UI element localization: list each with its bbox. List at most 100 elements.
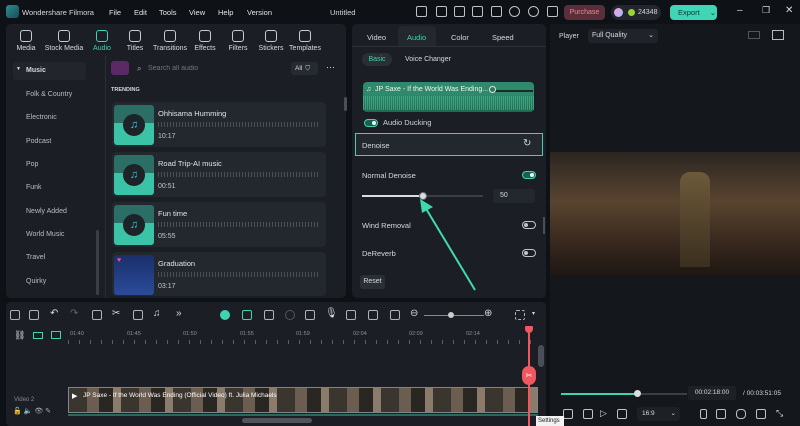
category-item[interactable]: Quirky [26,278,46,285]
current-time[interactable]: 00:02:18:00 [688,386,736,400]
track-layout-icon[interactable] [515,310,525,320]
fullscreen-icon[interactable]: ⤡ [776,408,783,419]
tab-audio[interactable]: Audio [398,26,436,46]
video-clip[interactable]: ▶ JP Saxe - If the World Was Ending (Off… [68,387,538,413]
denoise-value-input[interactable]: 50 [493,189,535,203]
category-music[interactable]: ▼ Music [13,62,86,80]
volume-icon[interactable] [756,409,766,419]
more-options-icon[interactable]: ⋯ [326,62,335,73]
auto-ripple-icon[interactable] [242,310,252,320]
nav-media[interactable]: Media [6,30,46,52]
redo-icon[interactable]: ↷ [70,308,78,319]
category-item[interactable]: Folk & Country [26,91,72,98]
split-scissors-icon[interactable]: ✂ [112,308,120,319]
zoom-in-icon[interactable]: ⊕ [484,308,492,319]
export-button[interactable]: Export ⌄ [670,5,717,20]
subtab-voice-changer[interactable]: Voice Changer [405,56,451,63]
zoom-slider[interactable] [424,315,484,316]
audio-item[interactable]: ♫ Road Trip-AI music 00:51 [112,152,326,197]
video-preview[interactable] [550,152,800,277]
clip-volume-slider[interactable] [493,90,533,92]
audio-edit-icon[interactable]: ♫ [153,308,161,319]
aspect-ratio-dropdown[interactable]: 16:9 ⌄ [637,407,680,421]
subtab-basic[interactable]: Basic [362,53,392,66]
delete-icon[interactable] [92,310,102,320]
denoise-section-header[interactable]: Denoise ↻ [355,133,543,156]
menu-help[interactable]: Help [218,8,233,17]
playhead-split-scissors-icon[interactable]: ✂ [522,366,536,385]
nav-titles[interactable]: Titles [115,30,155,52]
playback-progress[interactable] [561,393,687,395]
play-icon[interactable]: ▷ [600,408,607,419]
close-icon[interactable]: ✕ [785,5,793,16]
category-item[interactable]: Newly Added [26,208,67,215]
audio-item[interactable]: ♫ Fun time 05:55 [112,202,326,247]
replace-icon[interactable] [368,310,378,320]
category-item[interactable]: World Music [26,231,64,238]
credits-badge[interactable]: 24348 [611,5,661,20]
layout-grid-icon[interactable] [10,310,20,320]
zoom-slider-handle[interactable] [448,312,454,318]
category-scrollbar[interactable] [96,230,99,295]
timeline-ruler[interactable] [68,340,538,344]
search-input[interactable] [148,62,278,75]
camera-icon[interactable] [736,409,746,419]
display-icon[interactable] [716,409,726,419]
snapshot-view-icon[interactable] [772,30,784,40]
clip-volume-handle[interactable] [489,86,496,93]
audio-list-scrollbar[interactable] [344,97,347,111]
category-item[interactable]: Podcast [26,138,51,145]
link-icon[interactable]: ⛓ [14,330,25,341]
track-controls-lock-mute-visibility-icon[interactable]: 🔓 🔈 👁 ✎ [13,407,51,415]
grid-view-icon[interactable] [748,31,760,39]
audio-item[interactable]: ♥ Graduation 03:17 [112,252,326,296]
menu-file[interactable]: File [109,8,121,17]
timeline-horizontal-scrollbar[interactable] [242,418,312,423]
timeline-vertical-scrollbar[interactable] [538,345,544,367]
audio-ducking-toggle[interactable] [364,119,378,127]
audio-mixer-icon[interactable] [346,310,356,320]
menu-version[interactable]: Version [247,8,272,17]
save-icon[interactable] [491,6,502,17]
previous-frame-icon[interactable] [563,409,573,419]
reset-icon[interactable]: ↻ [523,138,531,149]
project-icon[interactable] [454,6,465,17]
dereverb-toggle[interactable] [522,249,536,257]
tab-video[interactable]: Video [367,33,386,42]
track-manager-icon[interactable] [51,331,61,339]
normal-denoise-toggle[interactable] [522,171,536,179]
chevron-down-icon[interactable]: ▾ [532,310,535,317]
menu-edit[interactable]: Edit [134,8,147,17]
tab-speed[interactable]: Speed [492,33,514,42]
menu-view[interactable]: View [189,8,205,17]
layout-icon[interactable] [472,6,483,17]
nav-stock-media[interactable]: Stock Media [44,30,84,52]
add-track-icon[interactable] [33,332,43,339]
ai-audio-button[interactable] [111,61,129,75]
microphone-icon[interactable]: 🎙 [325,308,338,319]
filter-dropdown[interactable]: All ⛉ [291,62,318,75]
announcement-icon[interactable] [436,6,447,17]
nav-transitions[interactable]: Transitions [150,30,190,52]
category-item[interactable]: Pop [26,161,38,168]
audio-item[interactable]: ♫ Ohhisama Humming 10:17 [112,102,326,147]
minimize-icon[interactable]: – [737,5,743,16]
menu-tools[interactable]: Tools [159,8,177,17]
restore-icon[interactable]: ❐ [762,5,770,16]
ai-tool-icon[interactable] [220,310,230,320]
properties-scrollbar[interactable] [543,217,545,234]
category-item[interactable]: Electronic [26,114,57,121]
more-tools-icon[interactable]: » [176,308,182,319]
support-icon[interactable] [528,6,539,17]
category-item[interactable]: Travel [26,254,45,261]
marker-shield-icon[interactable] [305,310,315,320]
apps-icon[interactable] [547,6,558,17]
quality-dropdown[interactable]: Full Quality ⌄ [588,29,658,43]
playback-handle[interactable] [633,390,641,397]
reset-button[interactable]: Reset [360,275,385,289]
record-screen-icon[interactable] [264,310,274,320]
gift-icon[interactable] [416,6,427,17]
play-backward-icon[interactable] [583,409,593,419]
stop-icon[interactable] [617,409,627,419]
zoom-out-icon[interactable]: ⊖ [410,308,418,319]
